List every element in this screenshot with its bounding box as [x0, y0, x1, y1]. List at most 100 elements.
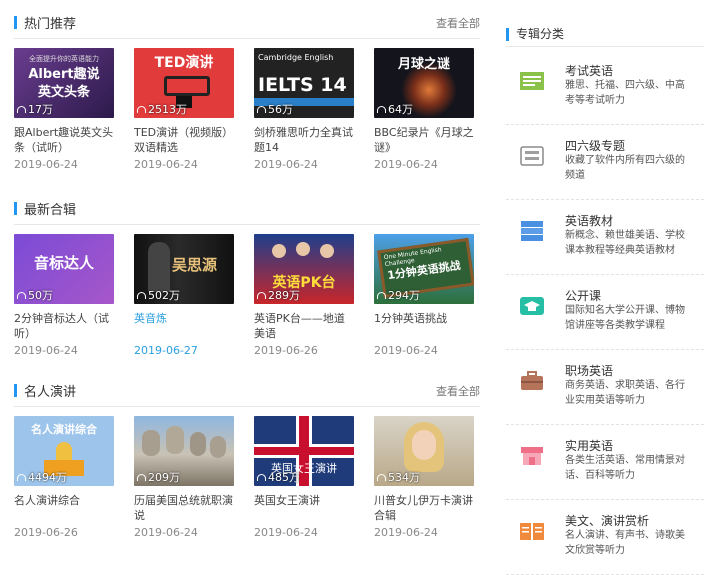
person-silhouette	[148, 242, 170, 292]
play-count: 534万	[377, 469, 420, 485]
category-item[interactable]: 考试英语 雅思、托福、四六级、中高考等考试听力	[506, 50, 704, 125]
headphone-icon	[137, 106, 146, 113]
category-item[interactable]: 英语教材 新概念、赖世雄美语、学校课本教程等经典英语教材	[506, 200, 704, 275]
category-item[interactable]: 实用英语 各类生活英语、常用情景对话、百科等听力	[506, 425, 704, 500]
view-all-link[interactable]: 查看全部	[436, 383, 480, 399]
album-title[interactable]: 英语PK台——地道美语	[254, 311, 354, 341]
album-title[interactable]: 跟Albert趣说英文头条（试听）	[14, 125, 114, 155]
album-date: 2019-06-24	[374, 344, 438, 357]
headphone-icon	[257, 106, 266, 113]
thumbnail-text: 月球之谜	[397, 57, 450, 72]
sidebar-title: 专辑分类	[516, 27, 565, 41]
section-title: 名人演讲	[24, 385, 77, 400]
album-title[interactable]: 英音炼	[134, 311, 234, 341]
album-card[interactable]: 英国女王演讲 485万 英国女王演讲 2019-06-24	[254, 416, 354, 539]
album-card[interactable]: 英语PK台 289万 英语PK台——地道美语 2019-06-26	[254, 234, 354, 357]
play-count: 17万	[17, 101, 53, 117]
album-card[interactable]: 音标达人 50万 2分钟音标达人（试听） 2019-06-24	[14, 234, 114, 357]
album-title[interactable]: 2分钟音标达人（试听）	[14, 311, 114, 341]
album-title[interactable]: 1分钟英语挑战	[374, 311, 474, 341]
album-thumbnail[interactable]: 音标达人 50万	[14, 234, 114, 304]
category-name[interactable]: 公开课	[565, 287, 601, 304]
person-head	[320, 244, 334, 258]
section-accent-bar	[506, 28, 509, 41]
album-title[interactable]: 英国女王演讲	[254, 493, 354, 523]
album-thumbnail[interactable]: 英国女王演讲 485万	[254, 416, 354, 486]
section-title: 热门推荐	[24, 17, 77, 32]
album-thumbnail[interactable]: 月球之谜 64万	[374, 48, 474, 118]
album-thumbnail[interactable]: 534万	[374, 416, 474, 486]
album-card[interactable]: 全面提升你的英语能力 Albert趣说 英文头条 17万 跟Albert趣说英文…	[14, 48, 114, 171]
headphone-icon	[17, 106, 26, 113]
section-new: 最新合辑 音标达人 50万 2分钟音标达人（试听） 2019-06-24 吴思源…	[14, 196, 480, 357]
section-accent-bar	[14, 202, 17, 215]
album-date: 2019-06-24	[134, 158, 198, 171]
category-name[interactable]: 考试英语	[565, 62, 613, 79]
category-name[interactable]: 英语教材	[565, 212, 613, 229]
headphone-icon	[137, 292, 146, 299]
album-card[interactable]: 月球之谜 64万 BBC纪录片《月球之谜》 2019-06-24	[374, 48, 474, 171]
album-title[interactable]: 名人演讲综合	[14, 493, 114, 523]
album-date: 2019-06-24	[254, 526, 318, 539]
thumbnail-caption: Cambridge English	[258, 53, 334, 62]
album-thumbnail[interactable]: TED演讲 2513万	[134, 48, 234, 118]
album-card[interactable]: Cambridge English IELTS 14 56万 剑桥雅思听力全真试…	[254, 48, 354, 171]
album-thumbnail[interactable]: 吴思源 502万	[134, 234, 234, 304]
album-date: 2019-06-24	[254, 158, 318, 171]
album-card[interactable]: 534万 川普女儿伊万卡演讲合辑 2019-06-24	[374, 416, 474, 539]
play-count: 502万	[137, 287, 180, 303]
play-count: 289万	[257, 287, 300, 303]
category-description: 各类生活英语、常用情景对话、百科等听力	[565, 455, 685, 481]
person-head	[272, 244, 286, 258]
category-name[interactable]: 美文、演讲赏析	[565, 512, 649, 529]
thumbnail-text: 名人演讲综合	[31, 423, 97, 436]
album-card[interactable]: 吴思源 502万 英音炼 2019-06-27	[134, 234, 234, 357]
headphone-icon	[377, 106, 386, 113]
album-date: 2019-06-24	[134, 526, 198, 539]
category-description: 雅思、托福、四六级、中高考等考试听力	[565, 80, 685, 106]
section-hot: 热门推荐 查看全部 全面提升你的英语能力 Albert趣说 英文头条 17万 跟…	[14, 10, 480, 171]
category-name[interactable]: 实用英语	[565, 437, 613, 454]
album-thumbnail[interactable]: Cambridge English IELTS 14 56万	[254, 48, 354, 118]
album-title[interactable]: 历届美国总统就职演说	[134, 493, 234, 523]
headphone-icon	[137, 474, 146, 481]
category-item[interactable]: 美文、演讲赏析 名人演讲、有声书、诗歌美文欣赏等听力	[506, 500, 704, 575]
rushmore-face	[166, 426, 184, 454]
thumbnail-text: TED演讲	[154, 55, 214, 71]
album-thumbnail[interactable]: One Minute English Challenge 1分钟英语挑战 294…	[374, 234, 474, 304]
album-thumbnail[interactable]: 209万	[134, 416, 234, 486]
rushmore-face	[210, 436, 226, 458]
flag-red-h	[254, 447, 354, 455]
album-title[interactable]: BBC纪录片《月球之谜》	[374, 125, 474, 155]
album-thumbnail[interactable]: 名人演讲综合 4494万	[14, 416, 114, 486]
play-count: 294万	[377, 287, 420, 303]
view-all-link[interactable]: 查看全部	[436, 15, 480, 31]
category-name[interactable]: 职场英语	[565, 362, 613, 379]
graduation-cap-icon	[520, 297, 544, 315]
play-count: 50万	[17, 287, 53, 303]
album-card[interactable]: 209万 历届美国总统就职演说 2019-06-24	[134, 416, 234, 539]
category-sidebar: 专辑分类 考试英语 雅思、托福、四六级、中高考等考试听力 四六级专题 收藏了软件…	[506, 0, 706, 575]
album-date: 2019-06-26	[14, 526, 78, 539]
speaker-figure	[56, 442, 72, 460]
section-header: 名人演讲 查看全部	[14, 378, 480, 407]
category-name[interactable]: 四六级专题	[565, 137, 625, 154]
album-card[interactable]: 名人演讲综合 4494万 名人演讲综合 2019-06-26	[14, 416, 114, 539]
album-title[interactable]: TED演讲（视频版）双语精选	[134, 125, 234, 155]
play-count: 2513万	[137, 101, 187, 117]
shop-icon	[521, 447, 543, 465]
category-item[interactable]: 公开课 国际知名大学公开课、博物馆讲座等各类教学课程	[506, 275, 704, 350]
category-item[interactable]: 四六级专题 收藏了软件内所有四六级的频道	[506, 125, 704, 200]
album-card[interactable]: TED演讲 2513万 TED演讲（视频版）双语精选 2019-06-24	[134, 48, 234, 171]
album-date: 2019-06-24	[374, 526, 438, 539]
category-description: 新概念、赖世雄美语、学校课本教程等经典英语教材	[565, 230, 685, 256]
album-card[interactable]: One Minute English Challenge 1分钟英语挑战 294…	[374, 234, 474, 357]
album-thumbnail[interactable]: 英语PK台 289万	[254, 234, 354, 304]
album-title[interactable]: 剑桥雅思听力全真试题14	[254, 125, 354, 155]
play-count: 485万	[257, 469, 300, 485]
headphone-icon	[257, 474, 266, 481]
category-description: 收藏了软件内所有四六级的频道	[565, 155, 685, 181]
album-title[interactable]: 川普女儿伊万卡演讲合辑	[374, 493, 474, 523]
album-thumbnail[interactable]: 全面提升你的英语能力 Albert趣说 英文头条 17万	[14, 48, 114, 118]
category-item[interactable]: 职场英语 商务英语、求职英语、各行业实用英语等听力	[506, 350, 704, 425]
